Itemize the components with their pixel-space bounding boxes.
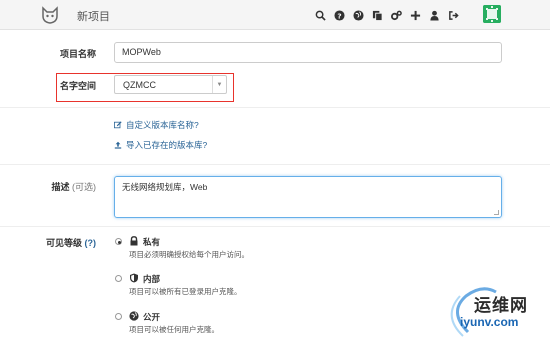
shield-icon <box>130 273 138 283</box>
namespace-select-value: QZMCC <box>123 80 156 90</box>
namespace-label: 名字空间 <box>59 81 96 91</box>
gitlab-logo-icon[interactable] <box>40 5 60 25</box>
sign-out-icon[interactable] <box>445 7 462 23</box>
import-existing-link[interactable]: 导入已存在的版本库? <box>114 139 207 151</box>
gears-icon[interactable] <box>388 7 405 23</box>
internal-description: 项目可以被所有已登录用户克隆。 <box>129 287 242 296</box>
project-name-input[interactable]: MOPWeb <box>114 42 502 63</box>
question-icon[interactable]: ? <box>331 7 348 23</box>
description-label: 描述 (可选) <box>36 180 96 193</box>
description-optional-text: (可选) <box>72 182 96 192</box>
visibility-label: 可见等级 (?) <box>36 236 96 249</box>
public-title: 公开 <box>143 312 161 322</box>
nav-icon-bar: ? <box>312 7 464 23</box>
watermark-brand: 运维网 <box>474 296 528 315</box>
section-divider <box>0 226 550 227</box>
section-divider <box>0 107 550 108</box>
public-radio[interactable] <box>115 313 122 320</box>
internal-radio[interactable] <box>115 275 122 282</box>
public-description: 项目可以被任何用户克隆。 <box>129 325 219 334</box>
description-textarea-value: 无线网络规划库，Web <box>122 182 208 192</box>
page-title: 新项目 <box>77 11 110 23</box>
top-navbar: 新项目 ? <box>0 0 550 30</box>
namespace-select[interactable]: QZMCC ▼ <box>114 75 227 94</box>
copy-icon[interactable] <box>369 7 386 23</box>
resize-grip-icon[interactable] <box>494 210 499 215</box>
internal-title: 内部 <box>143 274 161 284</box>
customize-path-link[interactable]: 自定义版本库名称? <box>114 119 199 131</box>
description-textarea[interactable]: 无线网络规划库，Web <box>114 176 502 218</box>
globe-icon[interactable] <box>350 7 367 23</box>
user-icon[interactable] <box>426 7 443 23</box>
upload-icon <box>114 141 122 149</box>
description-label-text: 描述 <box>51 182 70 192</box>
section-divider <box>0 164 550 165</box>
customize-path-link-text: 自定义版本库名称? <box>126 120 199 130</box>
chevron-down-icon: ▼ <box>212 76 226 93</box>
avatar[interactable] <box>483 5 501 23</box>
globe-icon <box>129 311 139 321</box>
search-icon[interactable] <box>312 7 329 23</box>
private-radio[interactable] <box>115 238 122 245</box>
private-description: 项目必须明确授权给每个用户访问。 <box>129 250 249 259</box>
svg-text:?: ? <box>337 11 341 20</box>
project-name-label: 项目名称 <box>59 49 96 59</box>
visibility-help-link[interactable]: (?) <box>85 238 97 248</box>
private-title: 私有 <box>143 237 161 247</box>
import-existing-link-text: 导入已存在的版本库? <box>126 140 208 150</box>
visibility-label-text: 可见等级 <box>45 238 82 248</box>
watermark-url: iyunv.com <box>460 315 519 329</box>
lock-icon <box>130 236 138 246</box>
plus-icon[interactable] <box>407 7 424 23</box>
edit-icon <box>114 121 122 129</box>
